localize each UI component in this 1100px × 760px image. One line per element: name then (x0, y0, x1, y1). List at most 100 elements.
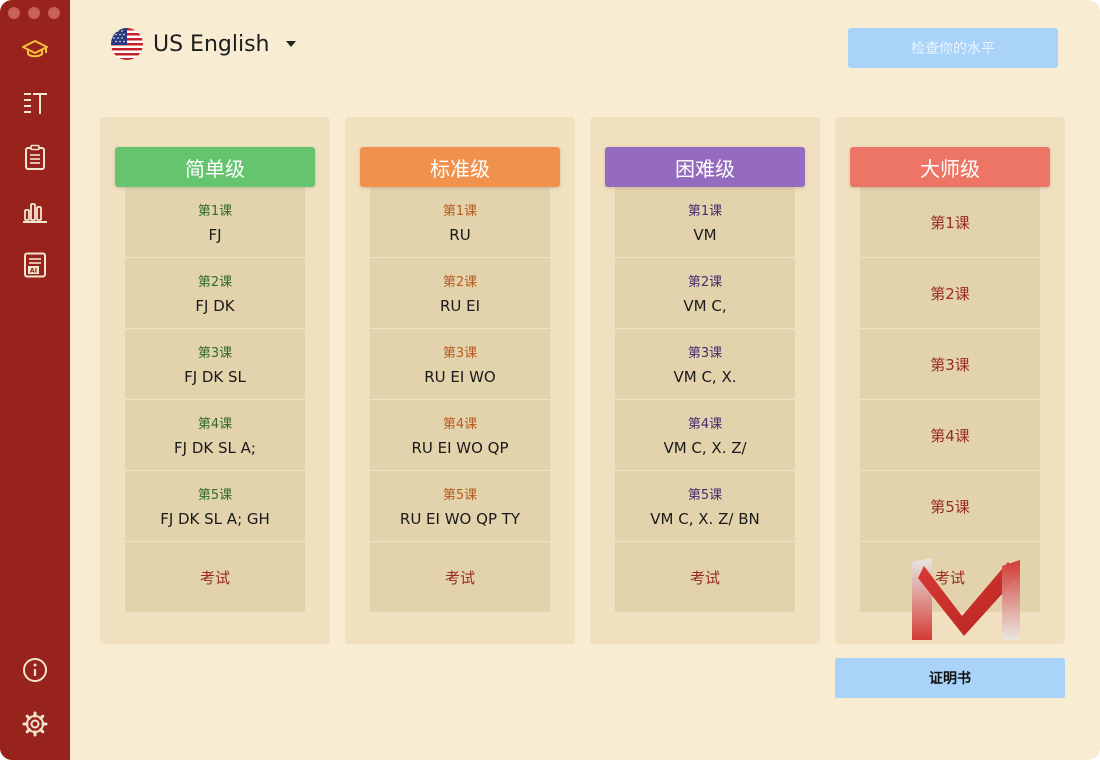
lesson-keys: VM C, (683, 297, 727, 315)
lesson-item[interactable]: 第2课 (860, 258, 1040, 329)
exam-label: 考试 (444, 569, 475, 587)
level-column: 困难级第1课 VM 第2课 VM C, 第3课 VM C, X. 第4课 VM C, X. Z… (590, 117, 820, 644)
lesson-item[interactable]: 第3课 VM C, X. (615, 329, 795, 400)
text-list-icon (24, 93, 47, 114)
lesson-label: 第2课 (930, 284, 970, 303)
lesson-label: 第5课 (442, 488, 478, 503)
exam-item[interactable]: 考试 (370, 542, 550, 613)
lesson-label: 第1课 (930, 213, 970, 232)
lesson-keys: FJ DK SL (184, 368, 246, 386)
lesson-keys: VM C, X. Z/ BN (650, 510, 760, 528)
lesson-item[interactable]: 第1课 RU (370, 187, 550, 258)
us-flag-icon (111, 28, 143, 60)
lesson-label: 第5课 (930, 497, 970, 516)
lesson-label: 第3课 (197, 346, 233, 361)
lesson-list: 第1课 RU 第2课 RU EI 第3课 RU EI WO 第4课 RU EI WO QP 第5… (370, 187, 550, 612)
level-column: 简单级第1课 FJ 第2课 FJ DK 第3课 FJ DK SL 第4课 FJ DK SL A… (100, 117, 330, 644)
sidebar: AI (0, 0, 70, 760)
check-level-button[interactable]: 检查你的水平 (848, 28, 1058, 68)
svg-text:AI: AI (30, 267, 37, 275)
sidebar-item-statistics[interactable] (20, 196, 50, 226)
level-title: 标准级 (360, 147, 560, 187)
lesson-item[interactable]: 第1课 (860, 187, 1040, 258)
lesson-item[interactable]: 第4课 VM C, X. Z/ (615, 400, 795, 471)
lesson-label: 第4课 (930, 426, 970, 445)
sidebar-item-text-practice[interactable] (20, 88, 50, 118)
clipboard-icon (25, 144, 45, 170)
lesson-label: 第4课 (442, 417, 478, 432)
minimize-window-button[interactable] (28, 7, 40, 19)
lesson-label: 第3课 (930, 355, 970, 374)
lesson-label: 第2课 (197, 275, 233, 290)
lesson-item[interactable]: 第3课 FJ DK SL (125, 329, 305, 400)
sidebar-item-tests[interactable] (20, 142, 50, 172)
lesson-label: 第1课 (197, 204, 233, 219)
lesson-keys: FJ DK SL A; GH (160, 510, 270, 528)
window-controls (8, 7, 60, 19)
lesson-item[interactable]: 第3课 (860, 329, 1040, 400)
lesson-item[interactable]: 第2课 VM C, (615, 258, 795, 329)
lesson-item[interactable]: 第5课 VM C, X. Z/ BN (615, 471, 795, 542)
sidebar-item-about[interactable] (20, 655, 50, 685)
lesson-label: 第1课 (687, 204, 723, 219)
lesson-label: 第4课 (197, 417, 233, 432)
lesson-keys: RU EI WO (424, 368, 496, 386)
lesson-keys: VM C, X. (673, 368, 737, 386)
lesson-label: 第3课 (687, 346, 723, 361)
close-window-button[interactable] (8, 7, 20, 19)
level-title: 困难级 (605, 147, 805, 187)
lesson-label: 第2课 (442, 275, 478, 290)
lesson-label: 第5课 (197, 488, 233, 503)
app-logo-icon (912, 558, 1020, 640)
app-window: AI US English 检查你的水平 简单级 第1课 FJ 第2课 FJ D… (0, 0, 1100, 760)
level-column: 标准级第1课 RU 第2课 RU EI 第3课 RU EI WO 第4课 RU EI WO Q… (345, 117, 575, 644)
lesson-label: 第3课 (442, 346, 478, 361)
lesson-label: 第4课 (687, 417, 723, 432)
lesson-label: 第2课 (687, 275, 723, 290)
bar-chart-icon (23, 203, 47, 223)
lesson-item[interactable]: 第2课 FJ DK (125, 258, 305, 329)
level-title: 大师级 (850, 147, 1050, 187)
zoom-window-button[interactable] (48, 7, 60, 19)
certificate-button[interactable]: 证明书 (835, 658, 1065, 698)
lesson-keys: RU EI (439, 297, 481, 315)
exam-item[interactable]: 考试 (125, 542, 305, 613)
info-icon (23, 658, 47, 682)
exam-label: 考试 (689, 569, 720, 587)
lesson-keys: FJ DK (195, 297, 235, 315)
exam-item[interactable]: 考试 (615, 542, 795, 613)
lesson-item[interactable]: 第3课 RU EI WO (370, 329, 550, 400)
language-selector[interactable]: US English (111, 27, 296, 61)
level-title: 简单级 (115, 147, 315, 187)
lesson-keys: VM (693, 226, 717, 244)
lesson-keys: FJ DK SL A; (174, 439, 256, 457)
lesson-item[interactable]: 第5课 FJ DK SL A; GH (125, 471, 305, 542)
lesson-item[interactable]: 第2课 RU EI (370, 258, 550, 329)
lesson-list: 第1课 第2课 第3课 第4课 第5课 考试 (860, 187, 1040, 612)
graduation-cap-icon (22, 40, 48, 58)
chevron-down-icon (285, 41, 296, 47)
lesson-label: 第5课 (687, 488, 723, 503)
lesson-item[interactable]: 第5课 RU EI WO QP TY (370, 471, 550, 542)
lesson-keys: RU EI WO QP TY (399, 510, 521, 528)
sidebar-item-settings[interactable] (20, 709, 50, 739)
sidebar-item-courses[interactable] (20, 34, 50, 64)
lesson-item[interactable]: 第5课 (860, 471, 1040, 542)
lesson-list: 第1课 VM 第2课 VM C, 第3课 VM C, X. 第4课 VM C, X. Z/第5… (615, 187, 795, 612)
settings-icon (22, 711, 48, 737)
language-label: US English (153, 31, 270, 57)
lesson-list: 第1课 FJ 第2课 FJ DK 第3课 FJ DK SL 第4课 FJ DK SL A; 第5… (125, 187, 305, 612)
lesson-item[interactable]: 第1课 FJ (125, 187, 305, 258)
ai-document-icon: AI (24, 252, 46, 278)
lesson-item[interactable]: 第4课 RU EI WO QP (370, 400, 550, 471)
exam-label: 考试 (199, 569, 230, 587)
lesson-keys: FJ (208, 226, 222, 244)
lesson-keys: RU (449, 226, 471, 244)
lesson-item[interactable]: 第4课 (860, 400, 1040, 471)
sidebar-item-ai[interactable]: AI (20, 250, 50, 280)
lesson-item[interactable]: 第1课 VM (615, 187, 795, 258)
lesson-item[interactable]: 第4课 FJ DK SL A; (125, 400, 305, 471)
lesson-keys: VM C, X. Z/ (663, 439, 747, 457)
lesson-label: 第1课 (442, 204, 478, 219)
lesson-keys: RU EI WO QP (411, 439, 509, 457)
